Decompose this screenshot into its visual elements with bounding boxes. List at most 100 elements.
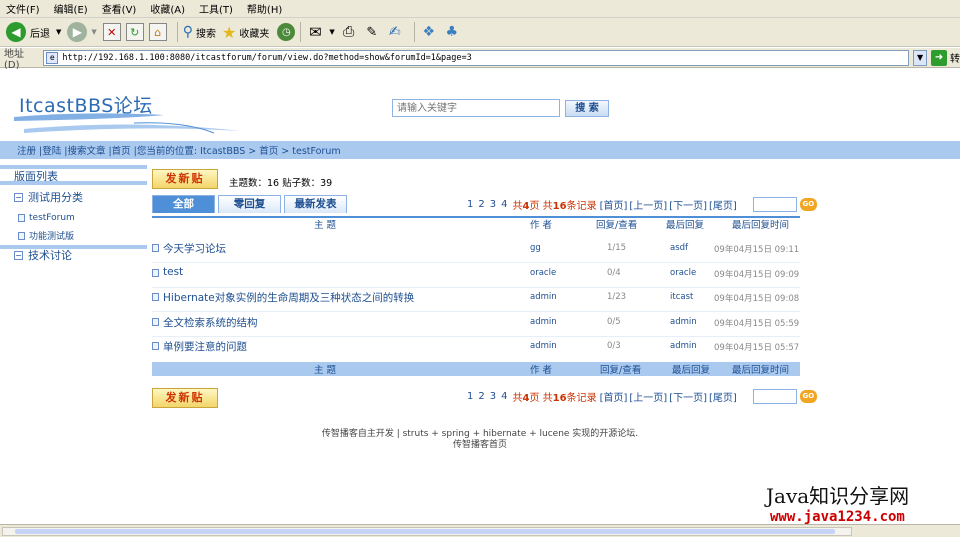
last-page-link[interactable]: [尾页] xyxy=(709,197,737,212)
col-reply-view: 回复/查看 xyxy=(596,220,638,231)
sidebar-group-test[interactable]: − 测试用分类 xyxy=(14,189,83,205)
back-dropdown-icon[interactable]: ▼ xyxy=(56,28,61,36)
mail-icon[interactable]: ✉ xyxy=(306,23,324,41)
page-go-button[interactable]: GO xyxy=(799,390,817,403)
table-row: test oracle 0/4 oracle 09年04月15日 09:09 xyxy=(152,264,800,288)
thread-title-link[interactable]: Hibernate对象实例的生命周期及三种状态之间的转换 xyxy=(163,290,414,305)
thread-icon xyxy=(152,342,159,350)
page-link[interactable]: 2 xyxy=(478,391,484,402)
thread-title-link[interactable]: 今天学习论坛 xyxy=(163,241,226,256)
thread-last-reply[interactable]: admin xyxy=(670,341,697,351)
network-icon[interactable]: ❖ xyxy=(420,23,438,41)
thread-last-reply[interactable]: asdf xyxy=(670,243,688,253)
site-navbar: 注册 |登陆 |搜索文章 |首页 |您当前的位置: ItcastBBS > 首页… xyxy=(0,141,960,159)
new-post-button[interactable]: 发新贴 xyxy=(152,169,218,189)
col-last-reply: 最后回复 xyxy=(666,220,705,231)
thread-last-reply[interactable]: itcast xyxy=(670,292,693,302)
page-link[interactable]: 4 xyxy=(501,199,507,210)
page-link[interactable]: 1 xyxy=(467,199,473,210)
table-row: 今天学习论坛 gg 1/15 asdf 09年04月15日 09:11 xyxy=(152,239,800,263)
menu-view[interactable]: 查看(V) xyxy=(102,1,137,16)
thread-title-link[interactable]: 单例要注意的问题 xyxy=(163,339,247,354)
thread-title-link[interactable]: test xyxy=(163,266,183,278)
page-link[interactable]: 2 xyxy=(478,199,484,210)
sidebar-group-tech[interactable]: − 技术讨论 xyxy=(14,247,72,263)
page-go-button[interactable]: GO xyxy=(799,198,817,211)
thread-title-link[interactable]: 全文检索系统的结构 xyxy=(163,315,258,330)
first-page-link[interactable]: [首页] xyxy=(600,197,628,212)
tab-all[interactable]: 全部 xyxy=(152,195,215,213)
address-input[interactable]: e http://192.168.1.100:8080/itcastforum/… xyxy=(43,49,910,66)
thread-icon xyxy=(152,318,159,326)
forum-doc-icon xyxy=(18,214,25,222)
menu-edit[interactable]: 编辑(E) xyxy=(54,1,88,16)
new-post-button-bottom[interactable]: 发新贴 xyxy=(152,388,218,408)
go-button-label[interactable]: 转 xyxy=(950,50,960,65)
tab-zero-reply[interactable]: 零回复 xyxy=(218,195,281,213)
last-page-link[interactable]: [尾页] xyxy=(709,389,737,404)
go-arrow-icon[interactable]: ➜ xyxy=(931,49,947,66)
col-reply-view: 回复/查看 xyxy=(600,365,642,376)
thread-author[interactable]: gg xyxy=(530,243,541,253)
menu-file[interactable]: 文件(F) xyxy=(6,1,40,16)
magnifier-icon: ⚲ xyxy=(182,24,194,40)
prev-page-link[interactable]: [上一页] xyxy=(629,197,667,212)
messenger-icon[interactable]: ♣ xyxy=(443,23,461,41)
footer-home-link[interactable]: 传智播客首页 xyxy=(0,437,960,450)
search-button[interactable]: 搜 索 xyxy=(565,100,609,117)
favorites-toolbar-button[interactable]: ★ 收藏夹 xyxy=(222,23,269,42)
page-link[interactable]: 4 xyxy=(501,391,507,402)
first-page-link[interactable]: [首页] xyxy=(600,389,628,404)
thread-author[interactable]: admin xyxy=(530,292,557,302)
thread-time: 09年04月15日 05:59 xyxy=(714,319,800,329)
home-icon[interactable]: ⌂ xyxy=(148,23,167,41)
forward-dropdown-icon[interactable]: ▼ xyxy=(91,28,96,36)
menu-tools[interactable]: 工具(T) xyxy=(199,1,233,16)
sidebar-item-testforum[interactable]: testForum xyxy=(18,213,75,223)
thread-last-reply[interactable]: oracle xyxy=(670,268,696,278)
collapse-icon[interactable]: − xyxy=(14,250,23,260)
address-bar: 地址(D) e http://192.168.1.100:8080/itcast… xyxy=(0,48,960,71)
edit-icon[interactable]: ✎ xyxy=(363,23,381,41)
page-link[interactable]: 1 xyxy=(467,391,473,402)
back-button[interactable]: ◀ 后退 ▼ xyxy=(6,22,61,42)
history-icon[interactable]: ◷ xyxy=(277,23,296,41)
menu-help[interactable]: 帮助(H) xyxy=(247,1,282,16)
menu-favorites[interactable]: 收藏(A) xyxy=(150,1,185,16)
discuss-icon[interactable]: ✍ xyxy=(386,23,404,41)
thread-icon xyxy=(152,293,159,301)
thread-last-reply[interactable]: admin xyxy=(670,317,697,327)
thread-table-footer-header: 主 题 作 者 回复/查看 最后回复 最后回复时间 xyxy=(152,362,800,376)
page-link[interactable]: 3 xyxy=(490,199,496,210)
thread-author[interactable]: admin xyxy=(530,341,557,351)
mail-dropdown-icon[interactable]: ▼ xyxy=(329,28,334,36)
col-last-reply-time: 最后回复时间 xyxy=(732,220,790,231)
print-icon[interactable]: ⎙ xyxy=(340,23,358,41)
page-jump-input[interactable] xyxy=(752,197,797,212)
next-page-link[interactable]: [下一页] xyxy=(669,389,707,404)
stop-icon[interactable]: ✕ xyxy=(102,23,121,41)
sidebar-group-label: 测试用分类 xyxy=(28,191,83,204)
page-link[interactable]: 3 xyxy=(490,391,496,402)
scrollbar-thumb[interactable] xyxy=(15,529,835,534)
address-dropdown-icon[interactable]: ▼ xyxy=(913,49,928,66)
toolbar-separator xyxy=(300,22,302,42)
thread-author[interactable]: oracle xyxy=(530,268,556,278)
forward-button[interactable]: ▶ ▼ xyxy=(67,22,97,42)
breadcrumb[interactable]: 注册 |登陆 |搜索文章 |首页 |您当前的位置: ItcastBBS > 首页… xyxy=(17,143,341,157)
thread-author[interactable]: admin xyxy=(530,317,557,327)
prev-page-link[interactable]: [上一页] xyxy=(629,389,667,404)
search-input[interactable] xyxy=(392,99,560,117)
search-toolbar-button[interactable]: ⚲ 搜索 xyxy=(183,24,216,40)
tab-latest[interactable]: 最新发表 xyxy=(284,195,347,213)
collapse-icon[interactable]: − xyxy=(14,192,23,202)
thread-filter-tabs: 全部 零回复 最新发表 xyxy=(152,195,350,213)
sidebar-item-function-test[interactable]: 功能测试版 xyxy=(18,229,74,242)
next-page-link[interactable]: [下一页] xyxy=(669,197,707,212)
page-icon: e xyxy=(46,51,59,64)
refresh-icon[interactable]: ↻ xyxy=(125,23,144,41)
thread-time: 09年04月15日 09:09 xyxy=(714,270,800,280)
page-jump-input[interactable] xyxy=(752,389,797,404)
horizontal-scrollbar[interactable] xyxy=(2,527,852,536)
thread-reply-view: 0/5 xyxy=(607,317,621,327)
